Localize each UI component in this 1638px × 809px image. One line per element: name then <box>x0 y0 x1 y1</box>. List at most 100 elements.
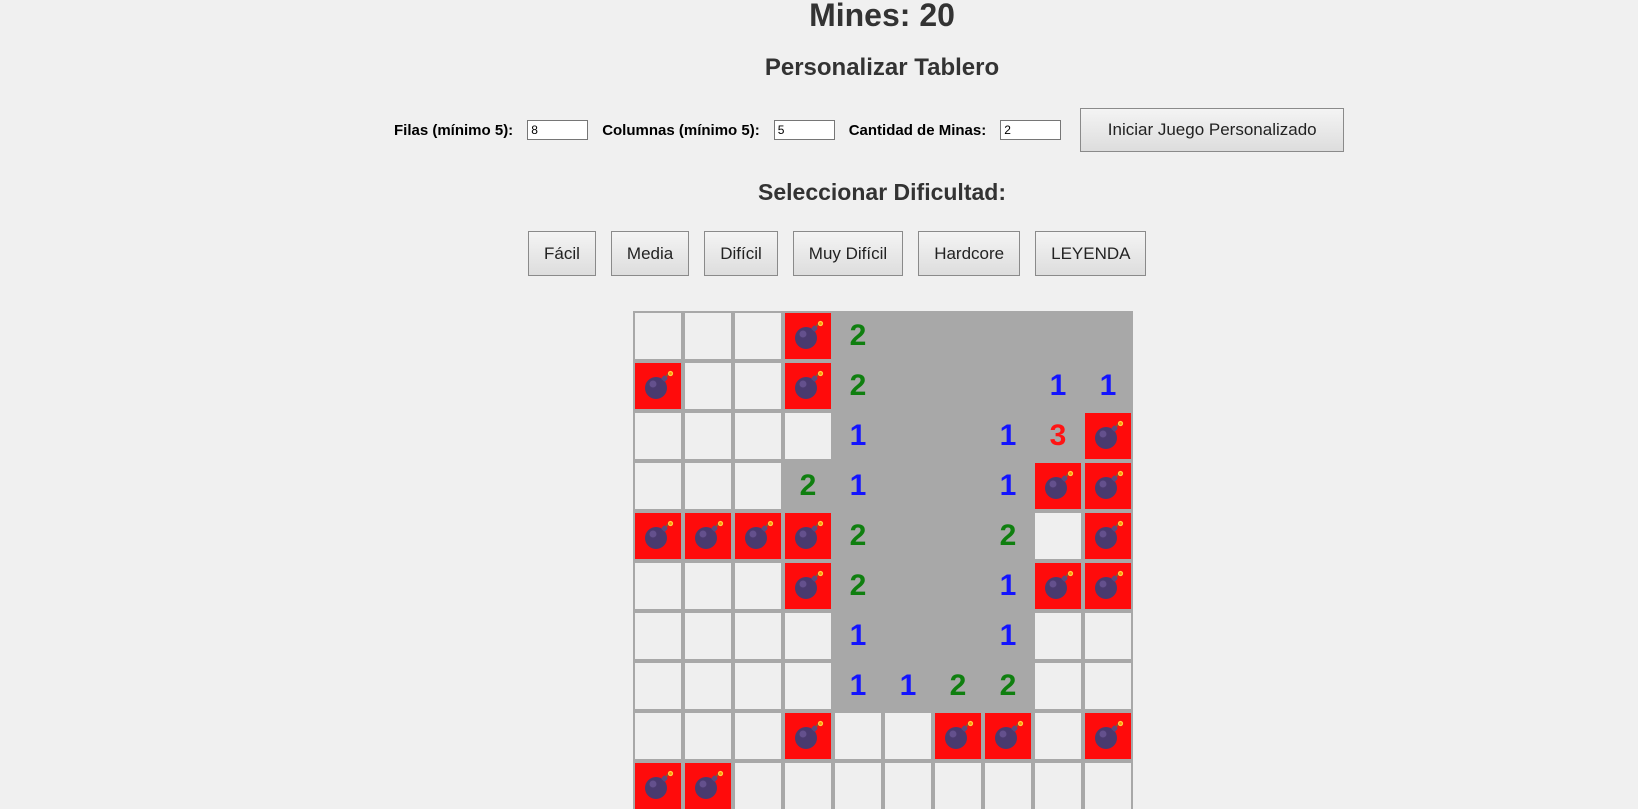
hidden-cell[interactable] <box>835 763 881 809</box>
number-cell[interactable]: 2 <box>835 513 881 559</box>
hidden-cell[interactable] <box>635 463 681 509</box>
hidden-cell[interactable] <box>885 763 931 809</box>
mine-cell[interactable] <box>735 513 781 559</box>
revealed-empty-cell[interactable] <box>1035 313 1081 359</box>
number-cell[interactable]: 2 <box>835 313 881 359</box>
mine-cell[interactable] <box>785 563 831 609</box>
revealed-empty-cell[interactable] <box>935 413 981 459</box>
number-cell[interactable]: 1 <box>1085 363 1131 409</box>
revealed-empty-cell[interactable] <box>985 313 1031 359</box>
revealed-empty-cell[interactable] <box>935 513 981 559</box>
start-custom-game-button[interactable]: Iniciar Juego Personalizado <box>1080 108 1345 152</box>
hidden-cell[interactable] <box>935 763 981 809</box>
number-cell[interactable]: 2 <box>785 463 831 509</box>
mine-cell[interactable] <box>635 763 681 809</box>
mine-cell[interactable] <box>635 513 681 559</box>
mine-cell[interactable] <box>785 313 831 359</box>
number-cell[interactable]: 1 <box>985 463 1031 509</box>
hidden-cell[interactable] <box>1035 613 1081 659</box>
number-cell[interactable]: 1 <box>1035 363 1081 409</box>
hidden-cell[interactable] <box>635 563 681 609</box>
hidden-cell[interactable] <box>735 413 781 459</box>
hidden-cell[interactable] <box>735 613 781 659</box>
hidden-cell[interactable] <box>635 713 681 759</box>
hidden-cell[interactable] <box>1035 513 1081 559</box>
mines-count-input[interactable] <box>1000 120 1062 140</box>
mine-cell[interactable] <box>1035 463 1081 509</box>
hidden-cell[interactable] <box>735 763 781 809</box>
mine-cell[interactable] <box>635 363 681 409</box>
hidden-cell[interactable] <box>985 763 1031 809</box>
revealed-empty-cell[interactable] <box>885 313 931 359</box>
hidden-cell[interactable] <box>685 463 731 509</box>
hidden-cell[interactable] <box>635 663 681 709</box>
number-cell[interactable]: 2 <box>835 563 881 609</box>
very-hard-button[interactable]: Muy Difícil <box>792 231 904 276</box>
mine-cell[interactable] <box>685 513 731 559</box>
hidden-cell[interactable] <box>735 713 781 759</box>
hidden-cell[interactable] <box>785 413 831 459</box>
number-cell[interactable]: 1 <box>835 413 881 459</box>
number-cell[interactable]: 1 <box>835 463 881 509</box>
easy-button[interactable]: Fácil <box>528 231 596 276</box>
hidden-cell[interactable] <box>735 663 781 709</box>
number-cell[interactable]: 2 <box>985 513 1031 559</box>
hidden-cell[interactable] <box>685 613 731 659</box>
mine-cell[interactable] <box>785 513 831 559</box>
mine-cell[interactable] <box>985 713 1031 759</box>
columns-input[interactable] <box>773 120 835 140</box>
hidden-cell[interactable] <box>1085 663 1131 709</box>
mine-cell[interactable] <box>1085 513 1131 559</box>
hidden-cell[interactable] <box>685 313 731 359</box>
hidden-cell[interactable] <box>1035 713 1081 759</box>
hidden-cell[interactable] <box>685 663 731 709</box>
revealed-empty-cell[interactable] <box>885 363 931 409</box>
revealed-empty-cell[interactable] <box>935 463 981 509</box>
hidden-cell[interactable] <box>685 363 731 409</box>
hidden-cell[interactable] <box>735 463 781 509</box>
revealed-empty-cell[interactable] <box>885 463 931 509</box>
revealed-empty-cell[interactable] <box>935 563 981 609</box>
medium-button[interactable]: Media <box>610 231 690 276</box>
mine-cell[interactable] <box>1085 563 1131 609</box>
hidden-cell[interactable] <box>685 713 731 759</box>
hidden-cell[interactable] <box>735 313 781 359</box>
number-cell[interactable]: 1 <box>985 613 1031 659</box>
hidden-cell[interactable] <box>1085 613 1131 659</box>
mine-cell[interactable] <box>1085 713 1131 759</box>
revealed-empty-cell[interactable] <box>885 513 931 559</box>
number-cell[interactable]: 1 <box>985 563 1031 609</box>
number-cell[interactable]: 3 <box>1035 413 1081 459</box>
number-cell[interactable]: 1 <box>985 413 1031 459</box>
mine-cell[interactable] <box>935 713 981 759</box>
number-cell[interactable]: 1 <box>835 663 881 709</box>
revealed-empty-cell[interactable] <box>935 313 981 359</box>
hidden-cell[interactable] <box>785 663 831 709</box>
revealed-empty-cell[interactable] <box>885 563 931 609</box>
hidden-cell[interactable] <box>785 613 831 659</box>
hidden-cell[interactable] <box>785 763 831 809</box>
mine-cell[interactable] <box>1085 463 1131 509</box>
number-cell[interactable]: 2 <box>935 663 981 709</box>
mine-cell[interactable] <box>685 763 731 809</box>
number-cell[interactable]: 2 <box>985 663 1031 709</box>
mine-cell[interactable] <box>785 713 831 759</box>
hidden-cell[interactable] <box>735 363 781 409</box>
hidden-cell[interactable] <box>1035 663 1081 709</box>
hardcore-button[interactable]: Hardcore <box>918 231 1021 276</box>
hidden-cell[interactable] <box>1035 763 1081 809</box>
hidden-cell[interactable] <box>635 413 681 459</box>
rows-input[interactable] <box>527 120 589 140</box>
mine-cell[interactable] <box>785 363 831 409</box>
mine-cell[interactable] <box>1085 413 1131 459</box>
hidden-cell[interactable] <box>735 563 781 609</box>
mine-cell[interactable] <box>1035 563 1081 609</box>
hidden-cell[interactable] <box>685 413 731 459</box>
hidden-cell[interactable] <box>885 713 931 759</box>
hidden-cell[interactable] <box>1085 763 1131 809</box>
hidden-cell[interactable] <box>635 613 681 659</box>
revealed-empty-cell[interactable] <box>935 613 981 659</box>
number-cell[interactable]: 1 <box>885 663 931 709</box>
revealed-empty-cell[interactable] <box>885 613 931 659</box>
revealed-empty-cell[interactable] <box>1085 313 1131 359</box>
